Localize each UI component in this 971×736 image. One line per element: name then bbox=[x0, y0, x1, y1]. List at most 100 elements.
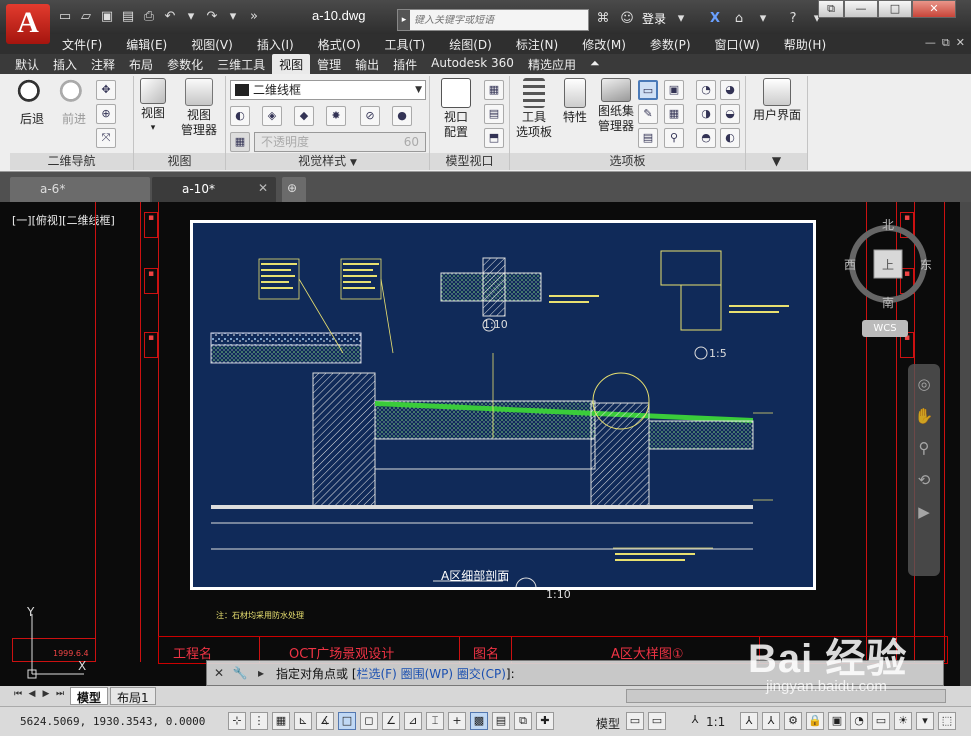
sheet-set-manager-button[interactable]: 图纸集 管理器 bbox=[594, 78, 638, 134]
design-center-icon[interactable]: ▣ bbox=[664, 80, 684, 100]
tab-layout1[interactable]: 布局1 bbox=[110, 687, 156, 705]
command-history-icon[interactable]: ▸ bbox=[252, 663, 270, 683]
isolate-objects-icon[interactable]: ◔ bbox=[850, 712, 868, 730]
visual-style-dropdown[interactable]: 二维线框 ▼ bbox=[230, 80, 426, 100]
drawing-canvas[interactable]: [一][俯视][二维线框] ▪ ▪ ▪ ▪ ▪ ▪ A区细部剖面 1:10 1:… bbox=[0, 202, 960, 686]
ortho-icon[interactable]: ⊾ bbox=[294, 712, 312, 730]
customize-icon[interactable]: 🔧 bbox=[231, 663, 249, 683]
tab-3d-tools[interactable]: 三维工具 bbox=[210, 54, 272, 74]
layer-freeze-icon[interactable]: ◓ bbox=[696, 128, 716, 148]
annotation-visibility-icon[interactable]: ⅄ bbox=[740, 712, 758, 730]
option-cpolygon[interactable]: 圈交(CP) bbox=[457, 667, 506, 681]
new-file-icon[interactable]: ▭ bbox=[56, 8, 74, 26]
exchange-icon[interactable]: X bbox=[706, 11, 724, 27]
zoom-extents-icon[interactable]: ⤧ bbox=[96, 128, 116, 148]
coordinate-readout[interactable]: 5624.5069, 1930.3543, 0.0000 bbox=[20, 715, 205, 728]
status-menu-icon[interactable]: ▾ bbox=[916, 712, 934, 730]
prev-tab-icon[interactable]: ◀ bbox=[26, 689, 38, 702]
quick-view-layouts-icon[interactable]: ▭ bbox=[626, 712, 644, 730]
lineweight-icon[interactable]: + bbox=[448, 712, 466, 730]
last-tab-icon[interactable]: ⏭ bbox=[54, 689, 66, 702]
menu-tools[interactable]: 工具(T) bbox=[385, 34, 426, 54]
menu-dimension[interactable]: 标注(N) bbox=[516, 34, 558, 54]
restore-down-small-icon[interactable]: ⧉ bbox=[818, 0, 844, 18]
ribbon-minimize-icon[interactable]: ⏶ bbox=[583, 54, 607, 74]
menu-parametric[interactable]: 参数(P) bbox=[650, 34, 691, 54]
doc-tab-a10[interactable]: a-10* ✕ bbox=[152, 177, 276, 202]
dynamic-input-icon[interactable]: ⌶ bbox=[426, 712, 444, 730]
tab-layout[interactable]: 布局 bbox=[122, 54, 160, 74]
panel-expand-icon[interactable]: ▼ bbox=[746, 153, 807, 170]
object-snap-tracking-icon[interactable]: ∠ bbox=[382, 712, 400, 730]
tool-palettes-button[interactable]: 工具 选项板 bbox=[512, 78, 556, 140]
redo-dropdown-icon[interactable]: ▾ bbox=[224, 8, 242, 26]
orbit-nav-icon[interactable]: ⟲ bbox=[912, 468, 936, 492]
model-space-toggle[interactable]: 模型 bbox=[596, 715, 620, 732]
panel-title-visual-styles[interactable]: 视觉样式 ▼ bbox=[226, 153, 429, 170]
close-button[interactable]: ✕ bbox=[912, 0, 956, 18]
hardware-acceleration-icon[interactable]: ▣ bbox=[828, 712, 846, 730]
menu-insert[interactable]: 插入(I) bbox=[257, 34, 294, 54]
zoom-icon[interactable]: ⚲ bbox=[912, 436, 936, 460]
pan-hand-icon[interactable]: ✋ bbox=[912, 404, 936, 428]
restore-viewports-icon[interactable]: ⬒ bbox=[484, 128, 504, 148]
next-tab-icon[interactable]: ▶ bbox=[40, 689, 52, 702]
compass-south[interactable]: 南 bbox=[882, 294, 894, 311]
binoculars-icon[interactable]: ⌘ bbox=[594, 11, 612, 27]
tab-annotate[interactable]: 注释 bbox=[84, 54, 122, 74]
login-link[interactable]: 登录 bbox=[642, 10, 666, 27]
doc-close-icon[interactable]: ✕ bbox=[956, 36, 965, 50]
tab-autodesk-360[interactable]: Autodesk 360 bbox=[424, 54, 521, 74]
clean-screen-icon[interactable]: ▭ bbox=[872, 712, 890, 730]
layer-isolate-icon[interactable]: ◐ bbox=[720, 128, 740, 148]
tab-view[interactable]: 视图 bbox=[272, 54, 311, 74]
orbit-icon[interactable]: ⊕ bbox=[96, 104, 116, 124]
forward-button[interactable]: 前进 bbox=[54, 78, 94, 127]
quick-properties-icon[interactable]: ▤ bbox=[492, 712, 510, 730]
save-icon[interactable]: ▣ bbox=[98, 8, 116, 26]
auto-scale-icon[interactable]: ⅄ bbox=[762, 712, 780, 730]
option-fence[interactable]: 栏选(F) bbox=[357, 667, 397, 681]
infer-constraints-icon[interactable]: ⊹ bbox=[228, 712, 246, 730]
tab-parametric[interactable]: 参数化 bbox=[160, 54, 210, 74]
application-menu-button[interactable]: A bbox=[6, 4, 50, 44]
menu-help[interactable]: 帮助(H) bbox=[784, 34, 826, 54]
first-tab-icon[interactable]: ⏮ bbox=[12, 689, 24, 702]
vertical-scrollbar[interactable] bbox=[960, 202, 971, 686]
lighting-icon[interactable]: ◆ bbox=[294, 106, 314, 126]
new-tab-icon[interactable]: ⊕ bbox=[282, 177, 306, 202]
tab-model[interactable]: 模型 bbox=[70, 687, 109, 705]
opacity-slider[interactable]: 不透明度 60 bbox=[254, 132, 426, 152]
search-input[interactable] bbox=[410, 14, 580, 26]
join-viewports-icon[interactable]: ▤ bbox=[484, 104, 504, 124]
search-expand-icon[interactable]: ▸ bbox=[398, 10, 410, 30]
viewcube[interactable]: 北 西 东 南 上 bbox=[844, 214, 940, 314]
tab-plugins[interactable]: 插件 bbox=[386, 54, 424, 74]
compass-north[interactable]: 北 bbox=[882, 216, 894, 233]
annotation-scale-value[interactable]: 1:1 bbox=[706, 715, 725, 729]
view-button[interactable]: 视图 ▾ bbox=[134, 78, 172, 136]
tab-output[interactable]: 输出 bbox=[348, 54, 386, 74]
doc-restore-icon[interactable]: ⧉ bbox=[942, 36, 950, 50]
menu-modify[interactable]: 修改(M) bbox=[582, 34, 626, 54]
grid-icon[interactable]: ▦ bbox=[272, 712, 290, 730]
workspace-switching-icon[interactable]: ⚙ bbox=[784, 712, 802, 730]
compass-east[interactable]: 东 bbox=[920, 256, 932, 273]
transparency-icon[interactable]: ▩ bbox=[470, 712, 488, 730]
compass-west[interactable]: 西 bbox=[844, 256, 856, 273]
selection-cycling-icon[interactable]: ⧉ bbox=[514, 712, 532, 730]
tab-insert[interactable]: 插入 bbox=[46, 54, 84, 74]
light-bulb-icon[interactable]: ☀ bbox=[894, 712, 912, 730]
viewport-controls[interactable]: [一][俯视][二维线框] bbox=[12, 212, 115, 228]
menu-view[interactable]: 视图(V) bbox=[191, 34, 233, 54]
showmotion-icon[interactable]: ▶ bbox=[912, 500, 936, 524]
toolbar-lock-icon[interactable]: 🔒 bbox=[806, 712, 824, 730]
viewport-config-button[interactable]: 视口 配置 bbox=[434, 78, 478, 140]
dynamic-ucs-icon[interactable]: ⊿ bbox=[404, 712, 422, 730]
tab-featured-apps[interactable]: 精选应用 bbox=[521, 54, 583, 74]
annotation-scale-icon[interactable]: ⅄ bbox=[686, 712, 704, 730]
layer-lock-icon[interactable]: ◒ bbox=[720, 104, 740, 124]
menu-draw[interactable]: 绘图(D) bbox=[449, 34, 492, 54]
doc-tab-a6[interactable]: a-6* bbox=[10, 177, 150, 202]
menu-edit[interactable]: 编辑(E) bbox=[126, 34, 167, 54]
